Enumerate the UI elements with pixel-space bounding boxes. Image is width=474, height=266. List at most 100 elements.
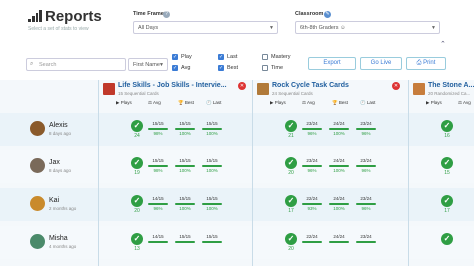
col-plays[interactable]: ▶ Plays bbox=[270, 100, 286, 106]
avatar bbox=[30, 121, 45, 136]
student-name[interactable]: Jax bbox=[49, 159, 60, 166]
classroom-select[interactable]: 6th-8th Graders ☺ ▼ bbox=[295, 21, 440, 34]
mastery-check-icon: ✓ bbox=[285, 120, 297, 132]
checkbox-play[interactable]: ✓ Play bbox=[172, 54, 192, 60]
col-label: Last bbox=[366, 100, 376, 105]
checkbox-box: ✓ bbox=[218, 54, 224, 60]
remove-set-icon[interactable]: ✕ bbox=[392, 82, 400, 90]
collapse-up-icon[interactable]: ⌃ bbox=[440, 40, 446, 48]
set-header[interactable]: The Stone A... 20 Randomized Ca... ▶ Plays… bbox=[413, 82, 474, 112]
score-bar bbox=[302, 241, 322, 243]
checkbox-avg[interactable]: ✓ Avg bbox=[172, 65, 190, 71]
col-avg[interactable]: ⚖ Avg bbox=[148, 100, 161, 106]
mastery-check-icon: ✓ bbox=[285, 195, 297, 207]
plays-count: 13 bbox=[134, 246, 140, 252]
classroom-label: Classroom bbox=[295, 11, 324, 17]
plays-count: 16 bbox=[444, 133, 450, 139]
time-frame-select[interactable]: All Days ▼ bbox=[133, 21, 278, 34]
col-plays[interactable]: ▶ Plays bbox=[116, 100, 132, 106]
score-percent: 100% bbox=[206, 131, 218, 136]
score-value: 15/15 bbox=[206, 121, 218, 126]
score-value: 23/24 bbox=[360, 158, 372, 163]
export-button[interactable]: Export bbox=[308, 57, 356, 70]
set-title[interactable]: Rock Cycle Task Cards bbox=[272, 82, 349, 89]
col-last[interactable]: 🕐 Last bbox=[360, 100, 375, 106]
score-bar bbox=[356, 165, 376, 167]
mastery-check-icon: ✓ bbox=[285, 233, 297, 245]
search-placeholder: Search bbox=[39, 62, 57, 68]
column-divider bbox=[252, 80, 253, 266]
score-value: 24/24 bbox=[333, 121, 345, 126]
checkbox-box: ✓ bbox=[172, 65, 178, 71]
set-header[interactable]: Life Skills - Job Skills - Intervie... 15… bbox=[103, 82, 246, 112]
checkbox-time[interactable]: Time bbox=[262, 65, 283, 71]
score-value: 15/15 bbox=[179, 196, 191, 201]
score-bar bbox=[329, 241, 349, 243]
score-value: 23/24 bbox=[306, 121, 318, 126]
score-percent: 100% bbox=[333, 206, 345, 211]
go-live-button[interactable]: Go Live bbox=[360, 57, 402, 70]
chevron-down-icon: ▼ bbox=[269, 25, 274, 31]
col-best[interactable]: 🏆 Best bbox=[178, 100, 194, 106]
score-bar bbox=[329, 165, 349, 167]
checkbox-box: ✓ bbox=[172, 54, 178, 60]
checkbox-box bbox=[262, 54, 268, 60]
mastery-check-icon: ✓ bbox=[441, 233, 453, 245]
print-button[interactable]: ⎙ Print bbox=[406, 57, 446, 70]
col-avg[interactable]: ⚖ Avg bbox=[302, 100, 315, 106]
col-label: Avg bbox=[307, 100, 315, 105]
score-bar bbox=[148, 165, 168, 167]
search-input[interactable]: ⌕ Search bbox=[26, 58, 126, 71]
col-avg[interactable]: ⚖ Avg bbox=[458, 100, 471, 106]
set-header[interactable]: Rock Cycle Task Cards 24 Sequential Cards… bbox=[257, 82, 400, 112]
score-bar bbox=[356, 241, 376, 243]
checkbox-last[interactable]: ✓ Last bbox=[218, 54, 237, 60]
score-percent: 98% bbox=[153, 131, 163, 136]
score-value: 23/24 bbox=[360, 234, 372, 239]
checkbox-mastery[interactable]: Mastery bbox=[262, 54, 291, 60]
student-name[interactable]: Kai bbox=[49, 197, 59, 204]
col-last[interactable]: 🕐 Last bbox=[206, 100, 221, 106]
score-value: 15/15 bbox=[152, 158, 164, 163]
score-bar bbox=[356, 203, 376, 205]
plays-count: 20 bbox=[134, 208, 140, 214]
score-value: 15/15 bbox=[206, 196, 218, 201]
set-subtitle: 24 Sequential Cards bbox=[272, 91, 313, 96]
help-icon[interactable]: ? bbox=[163, 11, 170, 18]
edit-icon[interactable]: ✎ bbox=[324, 11, 331, 18]
checkbox-box bbox=[262, 65, 268, 71]
student-last-active: 4 months ago bbox=[49, 244, 77, 249]
checkbox-label: Time bbox=[271, 65, 284, 71]
set-title[interactable]: Life Skills - Job Skills - Intervie... bbox=[118, 82, 227, 89]
score-value: 23/24 bbox=[306, 158, 318, 163]
checkbox-best[interactable]: ✓ Best bbox=[218, 65, 238, 71]
student-last-active: 2 months ago bbox=[49, 206, 77, 211]
student-name[interactable]: Alexis bbox=[49, 122, 68, 129]
sort-select[interactable]: First Name ▼ bbox=[128, 58, 168, 71]
mastery-check-icon: ✓ bbox=[285, 157, 297, 169]
score-value: 22/24 bbox=[306, 196, 318, 201]
mastery-check-icon: ✓ bbox=[131, 195, 143, 207]
student-name[interactable]: Misha bbox=[49, 235, 68, 242]
remove-set-icon[interactable]: ✕ bbox=[238, 82, 246, 90]
score-bar bbox=[202, 165, 222, 167]
table-row bbox=[0, 150, 474, 183]
plays-count: 17 bbox=[444, 208, 450, 214]
table-row bbox=[0, 226, 474, 259]
score-bar bbox=[302, 203, 322, 205]
score-bar bbox=[175, 128, 195, 130]
col-plays[interactable]: ▶ Plays bbox=[426, 100, 442, 106]
reports-icon bbox=[28, 10, 42, 22]
col-label: Plays bbox=[120, 100, 132, 105]
col-label: Last bbox=[212, 100, 222, 105]
score-value: 15/15 bbox=[206, 158, 218, 163]
score-value: 24/24 bbox=[333, 158, 345, 163]
score-percent: 100% bbox=[179, 131, 191, 136]
set-title[interactable]: The Stone A... bbox=[428, 82, 474, 89]
time-frame-label: Time Frame bbox=[133, 11, 164, 17]
col-label: Plays bbox=[274, 100, 286, 105]
col-label: Best bbox=[338, 100, 348, 105]
score-bar bbox=[175, 203, 195, 205]
page-subtitle: Select a set of stats to view bbox=[28, 26, 89, 32]
col-best[interactable]: 🏆 Best bbox=[332, 100, 348, 106]
